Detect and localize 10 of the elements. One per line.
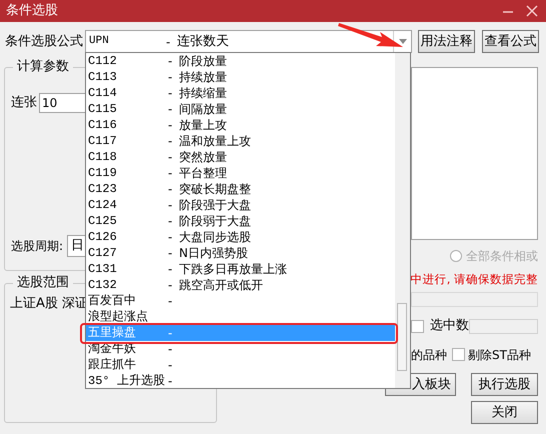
variety-text: 的品种 bbox=[411, 346, 447, 364]
group-title: 计算参数 bbox=[13, 59, 73, 75]
formula-label: 条件选股公式 bbox=[5, 32, 84, 51]
period-label: 选股周期: bbox=[11, 238, 64, 255]
window-title: 条件选股 bbox=[6, 2, 58, 20]
count-label: 选中数 bbox=[430, 317, 469, 336]
warning-text: 中进行, 请确保数据完整 bbox=[410, 271, 538, 288]
group-title: 选股范围 bbox=[13, 275, 73, 291]
exclude-st-label: 剔除ST品种 bbox=[468, 346, 531, 364]
field-label: 连张 bbox=[11, 94, 37, 112]
